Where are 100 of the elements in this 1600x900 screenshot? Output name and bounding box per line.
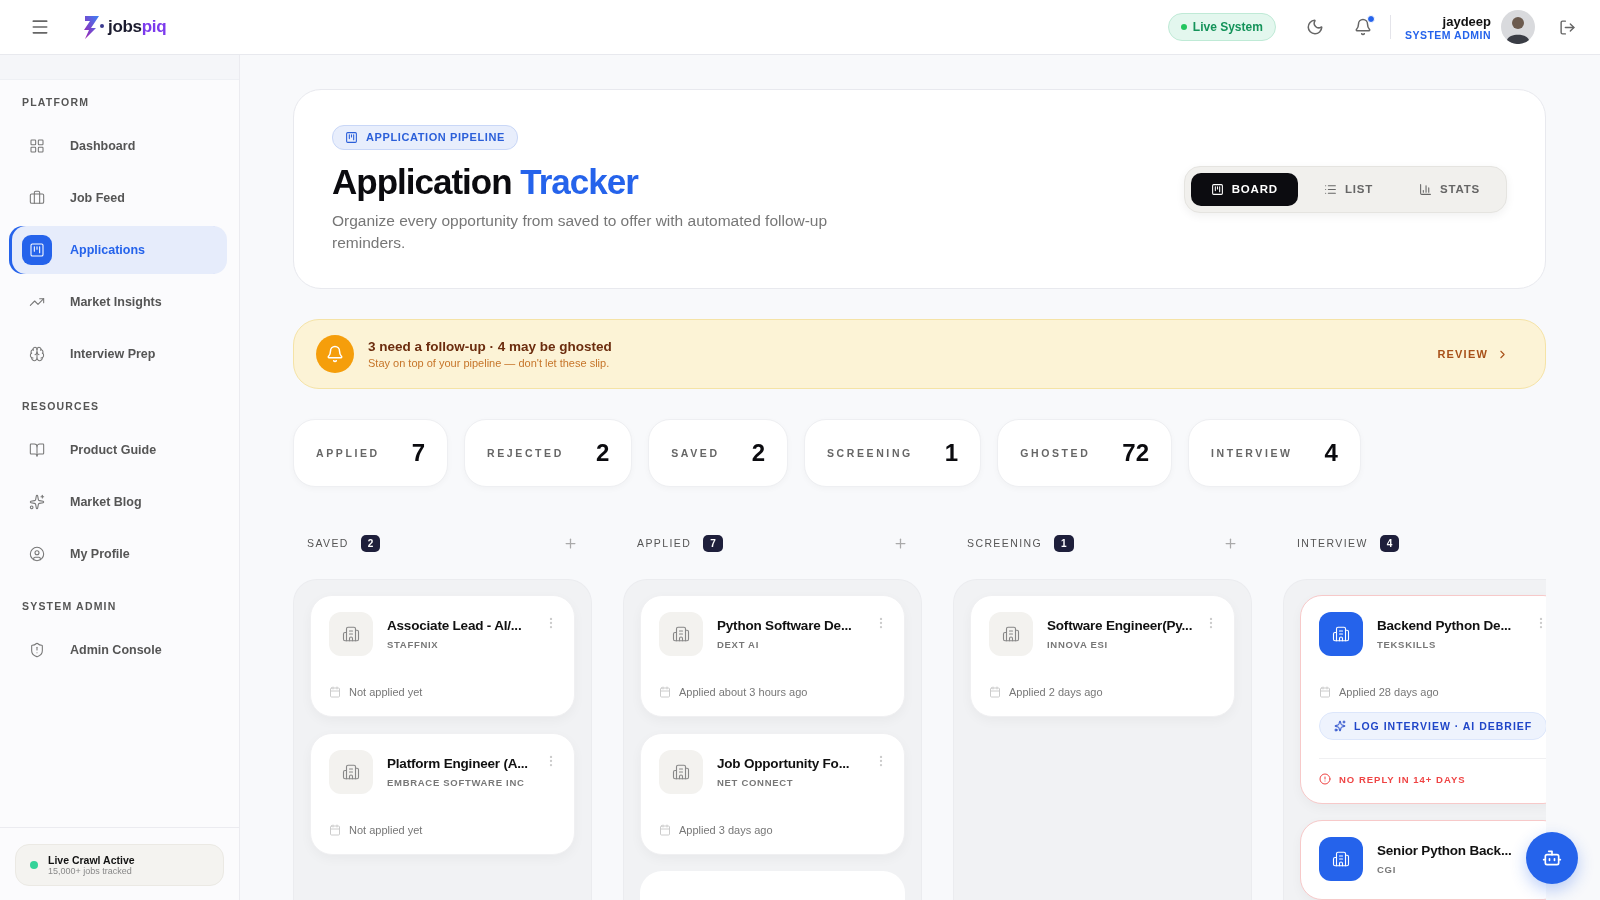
kanban-board-icon bbox=[345, 130, 358, 144]
job-title: Platform Engineer (A... bbox=[387, 756, 529, 771]
nav-item[interactable]: Product Guide bbox=[12, 426, 227, 474]
robot-icon bbox=[1542, 848, 1562, 868]
shield-icon bbox=[29, 642, 45, 658]
calendar-icon bbox=[1319, 686, 1331, 698]
avatar[interactable] bbox=[1501, 10, 1535, 44]
calendar-icon bbox=[329, 686, 341, 698]
crawl-subtitle: 15,000+ jobs tracked bbox=[48, 866, 133, 876]
nav-item[interactable]: Market Insights bbox=[12, 278, 227, 326]
sparkles-icon bbox=[1334, 720, 1346, 732]
brain-icon bbox=[29, 346, 45, 362]
add-button[interactable] bbox=[563, 535, 578, 551]
job-card[interactable]: Associate Lead - AI/... STAFFNIX Not applied yet bbox=[310, 595, 575, 717]
column-title: INTERVIEW bbox=[1297, 537, 1368, 549]
stat-label: APPLIED bbox=[316, 447, 380, 459]
job-card[interactable]: Python Software De... DEXT AI Applied about 3 hours ago bbox=[640, 595, 905, 717]
user-name: jaydeep bbox=[1442, 13, 1491, 29]
company-name: INNOVA ESI bbox=[1047, 639, 1109, 650]
page-subtitle: Organize every opportunity from saved to offer with automated follow-up reminders. bbox=[332, 210, 829, 253]
stat-value: 1 bbox=[944, 439, 959, 467]
kanban-board-icon bbox=[29, 242, 45, 258]
open-book-icon bbox=[29, 442, 45, 458]
calendar-icon bbox=[989, 686, 1001, 698]
kanban-board-icon bbox=[1210, 182, 1224, 196]
stat-value: 72 bbox=[1122, 439, 1150, 467]
view-tab[interactable]: BOARD bbox=[1190, 172, 1298, 206]
review-button[interactable]: REVIEW bbox=[1431, 346, 1515, 362]
company-name: DEXT AI bbox=[717, 639, 761, 650]
company-name: CGI bbox=[1377, 864, 1397, 875]
job-card[interactable]: Job Opportunity Fo... NET CONNECT Applied 3 days ago bbox=[640, 733, 905, 855]
grid-icon bbox=[29, 138, 45, 154]
job-card[interactable]: Senior Python Back... CGI bbox=[1300, 820, 1546, 900]
stat-value: 2 bbox=[595, 439, 610, 467]
nav-item[interactable]: Job Feed bbox=[12, 174, 227, 222]
company-name: EMBRACE SOFTWARE INC bbox=[387, 777, 526, 788]
applied-date: Applied 28 days ago bbox=[1339, 686, 1439, 698]
column-count: 1 bbox=[1054, 534, 1074, 552]
building-icon bbox=[1002, 625, 1020, 643]
briefcase-icon bbox=[29, 190, 45, 206]
company-name: NET CONNECT bbox=[717, 777, 795, 788]
nav-item[interactable]: Interview Prep bbox=[12, 330, 227, 378]
plus-icon bbox=[1223, 535, 1238, 551]
logout-icon bbox=[1559, 18, 1576, 36]
column-count: 4 bbox=[1379, 534, 1400, 552]
nav-item[interactable]: My Profile bbox=[12, 530, 227, 578]
stat-value: 7 bbox=[411, 439, 426, 467]
logout-button[interactable] bbox=[1559, 18, 1576, 36]
warning-text: NO REPLY IN 14+ DAYS bbox=[1339, 773, 1466, 785]
bell-icon bbox=[1353, 18, 1372, 36]
stat-label: GHOSTED bbox=[1020, 447, 1091, 459]
user-circle-icon bbox=[29, 546, 45, 562]
building-icon bbox=[1332, 625, 1350, 643]
nav-item[interactable]: Admin Console bbox=[12, 626, 227, 674]
view-tab[interactable]: LIST bbox=[1303, 172, 1393, 206]
job-card[interactable]: Software Engineer(Py... INNOVA ESI Applied 2 days ago bbox=[970, 595, 1235, 717]
log-interview-button[interactable]: LOG INTERVIEW · AI DEBRIEF bbox=[1319, 712, 1546, 740]
job-title: Associate Lead - AI/... bbox=[387, 618, 523, 633]
applied-date: Applied 2 days ago bbox=[1009, 686, 1103, 698]
column-title: APPLIED bbox=[637, 537, 692, 549]
add-button[interactable] bbox=[1223, 535, 1238, 551]
sparkles-icon bbox=[29, 494, 45, 510]
pipeline-badge: APPLICATION PIPELINE bbox=[332, 124, 518, 150]
nav-item[interactable]: Market Blog bbox=[12, 478, 227, 526]
job-title: Python Software De... bbox=[717, 618, 853, 633]
menu-button[interactable] bbox=[30, 17, 50, 37]
company-name: STAFFNIX bbox=[387, 639, 440, 650]
building-icon bbox=[672, 763, 690, 781]
view-tab[interactable]: STATS bbox=[1399, 172, 1500, 206]
job-card[interactable]: Platform Engineer (A... EMBRACE SOFTWARE INC Not applied yet bbox=[310, 733, 575, 855]
applied-date: Applied about 3 hours ago bbox=[679, 686, 808, 698]
page-title: Application Tracker bbox=[332, 161, 638, 202]
plus-icon bbox=[563, 535, 578, 551]
crawl-title: Live Crawl Active bbox=[48, 854, 135, 866]
column-count: 2 bbox=[360, 534, 381, 552]
nav-item[interactable]: Dashboard bbox=[12, 122, 227, 170]
add-button[interactable] bbox=[893, 535, 908, 551]
assistant-button[interactable] bbox=[1526, 832, 1578, 884]
alert-icon bbox=[1319, 773, 1331, 785]
job-card[interactable]: Backend Python De... TEKSKILLS Applied 28 days ago LOG INTERVIEW · AI DEBRIEF NO REPLY IN 14+ DAYS bbox=[1300, 595, 1546, 804]
job-title: Software Engineer(Py... bbox=[1047, 618, 1190, 633]
stat-value: 2 bbox=[751, 439, 765, 467]
calendar-icon bbox=[659, 686, 671, 698]
building-icon bbox=[342, 625, 360, 643]
notifications-button[interactable] bbox=[1353, 18, 1372, 36]
user-role: SYSTEM ADMIN bbox=[1404, 28, 1491, 41]
column-title: SCREENING bbox=[967, 537, 1043, 549]
moon-icon bbox=[1305, 18, 1324, 36]
section-title: PLATFORM bbox=[21, 96, 91, 108]
stat-label: SAVED bbox=[671, 447, 720, 459]
job-title: Senior Python Back... bbox=[1377, 843, 1513, 858]
bar-chart-icon bbox=[1419, 182, 1432, 196]
nav-item[interactable]: Applications bbox=[12, 226, 227, 274]
building-icon bbox=[342, 763, 360, 781]
plus-icon bbox=[893, 535, 908, 551]
calendar-icon bbox=[329, 824, 341, 836]
dark-mode-button[interactable] bbox=[1305, 18, 1324, 36]
applied-date: Not applied yet bbox=[349, 824, 423, 836]
building-icon bbox=[672, 625, 690, 643]
building-icon bbox=[1332, 850, 1350, 868]
